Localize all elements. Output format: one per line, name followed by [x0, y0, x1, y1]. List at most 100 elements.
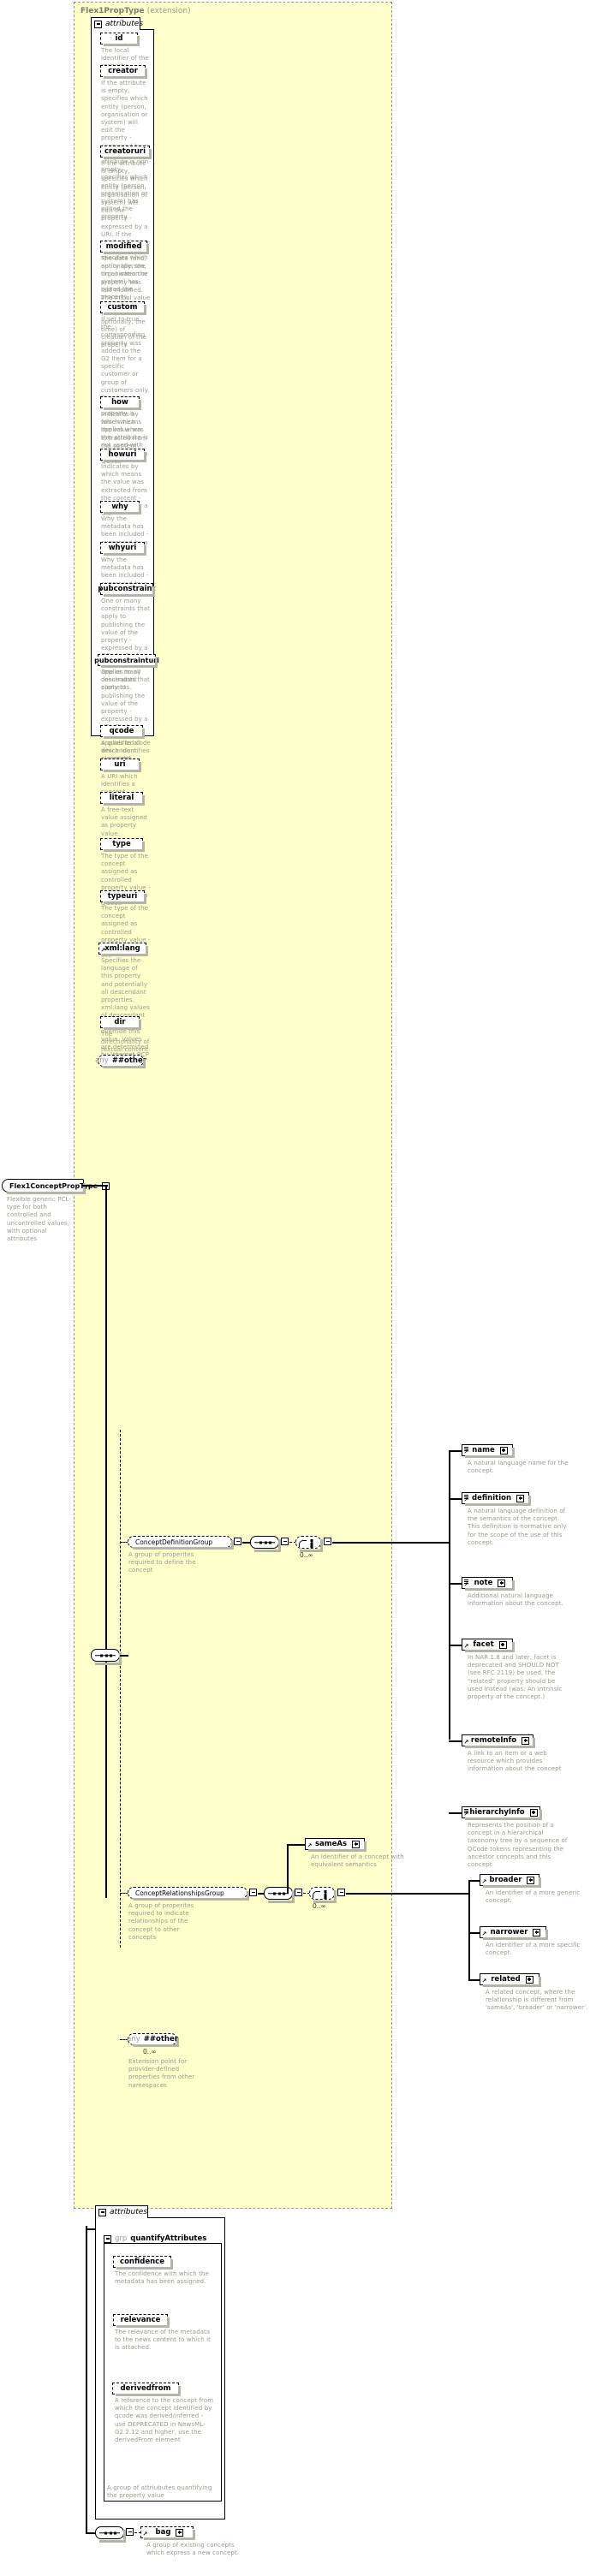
- attribute-any-other[interactable]: any ##other: [95, 1055, 146, 1068]
- element-node-narrower[interactable]: ↗ narrower: [480, 1926, 548, 1940]
- attribute-node-confidence[interactable]: confidence: [113, 2256, 173, 2270]
- attribute-node-derivedfrom[interactable]: derivedfrom: [112, 2383, 181, 2396]
- expand-icon[interactable]: [516, 1494, 524, 1502]
- type-box-flex1conceptproptype[interactable]: Flex1ConceptPropType: [2, 1179, 110, 1194]
- ref-arrow-icon: ↗: [463, 1581, 469, 1588]
- attribute-label: how: [111, 398, 128, 407]
- expand-icon[interactable]: [499, 1446, 508, 1455]
- attribute-node-creatoruri[interactable]: creatoruri: [100, 146, 152, 159]
- element-node-name[interactable]: ↗ name: [462, 1444, 515, 1458]
- element-label: related: [491, 1975, 521, 1984]
- group-name: quantifyAttributes: [130, 2234, 207, 2243]
- attribute-label: pubconstrainturi: [94, 656, 159, 664]
- expand-icon[interactable]: [498, 1640, 507, 1649]
- element-label: sameAs: [314, 1840, 348, 1848]
- group-node-conceptrelationshipsgroup[interactable]: ConceptRelationshipsGroup: [128, 1887, 249, 1901]
- expand-icon[interactable]: [525, 1975, 533, 1984]
- attribute-node-modified[interactable]: modified: [100, 241, 149, 254]
- attribute-node-why[interactable]: why: [100, 501, 141, 515]
- attribute-node-whyuri[interactable]: whyuri: [100, 542, 146, 556]
- compositor-choice-cdg[interactable]: [295, 1536, 323, 1552]
- expand-icon[interactable]: [176, 2528, 184, 2537]
- connector-spine-bottom: [86, 2226, 87, 2532]
- attribute-node-custom[interactable]: custom: [100, 301, 146, 315]
- expand-icon[interactable]: [522, 1736, 530, 1745]
- element-node-remoteinfo[interactable]: ↗ remoteInfo: [462, 1734, 535, 1748]
- branch-narrower: [468, 1932, 480, 1934]
- attribute-doc-literal: A free-text value assigned as property v…: [101, 806, 147, 837]
- attribute-node-dir[interactable]: dir: [100, 1016, 141, 1030]
- attributes-tab-bottom[interactable]: attributes: [95, 2205, 148, 2218]
- element-node-facet[interactable]: ↗ facet: [462, 1639, 515, 1652]
- attribute-node-pubconstraint[interactable]: pubconstraint: [98, 583, 156, 597]
- cardinality-cdg: 0..∞: [300, 1551, 313, 1559]
- compositor-choice-crg[interactable]: [309, 1887, 337, 1903]
- connector-body-dashed-spine: [120, 1430, 121, 1948]
- collapse-icon-bag-seq[interactable]: [126, 2528, 134, 2536]
- collapse-icon[interactable]: [104, 2234, 111, 2243]
- collapse-icon-cdg-choice[interactable]: [324, 1538, 331, 1545]
- group-tab-quantifyattributes[interactable]: grp quantifyAttributes: [104, 2234, 210, 2243]
- attribute-node-id[interactable]: id: [100, 33, 140, 46]
- attribute-node-typeuri[interactable]: typeuri: [100, 890, 146, 904]
- compositor-sequence-cdg[interactable]: [250, 1536, 281, 1552]
- attribute-label: whyuri: [108, 544, 137, 552]
- extension-panel-title: Flex1PropType (extension): [80, 7, 191, 15]
- attribute-node-literal[interactable]: literal: [100, 792, 145, 806]
- attribute-node-qcode[interactable]: qcode: [100, 725, 145, 739]
- attribute-node-xmllang[interactable]: ↗ xml:lang: [98, 943, 148, 956]
- element-doc-broader: An identifier of a more generic concept.: [486, 1889, 581, 1905]
- body-any-other[interactable]: any ##other: [127, 2033, 179, 2047]
- attributes-tab-label: attributes: [105, 20, 143, 28]
- collapse-icon[interactable]: [94, 20, 102, 28]
- collapse-icon[interactable]: [98, 2208, 106, 2216]
- expand-icon[interactable]: [498, 1579, 506, 1587]
- element-node-note[interactable]: ↗ note: [462, 1577, 515, 1591]
- branch-hierarchyinfo: [449, 1812, 462, 1814]
- branch-definition: [449, 1498, 462, 1500]
- element-node-sameas[interactable]: ↗ sameAs: [305, 1838, 367, 1852]
- expand-icon[interactable]: [533, 1928, 541, 1936]
- compositor-sequence-body[interactable]: [91, 1649, 122, 1665]
- attribute-label: id: [115, 34, 123, 43]
- cardinality-body-any: 0..∞: [143, 2048, 157, 2055]
- expand-icon[interactable]: [529, 1808, 538, 1817]
- collapse-icon-crg-seq[interactable]: [295, 1889, 302, 1896]
- element-node-definition[interactable]: ↗ definition: [462, 1492, 531, 1506]
- element-doc-definition: A natural language definition of the sem…: [468, 1508, 567, 1546]
- attribute-label: creatoruri: [104, 147, 146, 156]
- expand-icon[interactable]: [352, 1840, 361, 1848]
- collapse-icon-cdg-seq[interactable]: [281, 1538, 289, 1545]
- element-node-broader[interactable]: ↗ broader: [480, 1874, 541, 1888]
- collapse-icon-crg[interactable]: [249, 1889, 257, 1896]
- branch-spine-crg: [468, 1880, 470, 1979]
- attribute-node-relevance[interactable]: relevance: [113, 2314, 170, 2328]
- attribute-label: creator: [108, 67, 138, 75]
- element-node-related[interactable]: ↗ related: [480, 1973, 541, 1987]
- attribute-node-pubconstrainturi[interactable]: pubconstrainturi: [94, 654, 159, 668]
- branch-related: [468, 1979, 480, 1981]
- collapse-icon-crg-choice[interactable]: [337, 1889, 345, 1896]
- element-doc-hierarchyinfo: Represents the position of a concept in …: [468, 1822, 568, 1869]
- any-keyword: any: [95, 1056, 109, 1065]
- element-node-bag[interactable]: ↗ bag: [140, 2526, 195, 2540]
- attribute-node-creator[interactable]: creator: [100, 65, 147, 79]
- branch-spine-sameas: [287, 1844, 289, 1894]
- attribute-node-howuri[interactable]: howuri: [100, 449, 146, 462]
- expand-icon[interactable]: [527, 1876, 535, 1884]
- cardinality-crg: 0..∞: [313, 1902, 326, 1910]
- attribute-label: modified: [105, 242, 142, 251]
- attribute-node-how[interactable]: how: [100, 396, 141, 410]
- attribute-node-uri[interactable]: uri: [100, 759, 141, 772]
- group-label: ConceptRelationshipsGroup: [135, 1889, 224, 1897]
- ref-arrow-icon: ↗: [481, 1978, 487, 1984]
- element-node-hierarchyinfo[interactable]: ↗ hierarchyInfo: [462, 1806, 542, 1820]
- attributes-tab-top[interactable]: attributes: [91, 17, 143, 30]
- group-node-conceptdefinitiongroup[interactable]: ConceptDefinitionGroup: [128, 1536, 234, 1550]
- attribute-label: typeuri: [107, 892, 138, 901]
- compositor-sequence-bag[interactable]: [95, 2526, 126, 2543]
- collapse-icon-cdg[interactable]: [234, 1538, 241, 1545]
- attribute-node-type[interactable]: type: [100, 838, 145, 852]
- attribute-label: type: [112, 840, 131, 848]
- compositor-sequence-crg[interactable]: [264, 1887, 295, 1903]
